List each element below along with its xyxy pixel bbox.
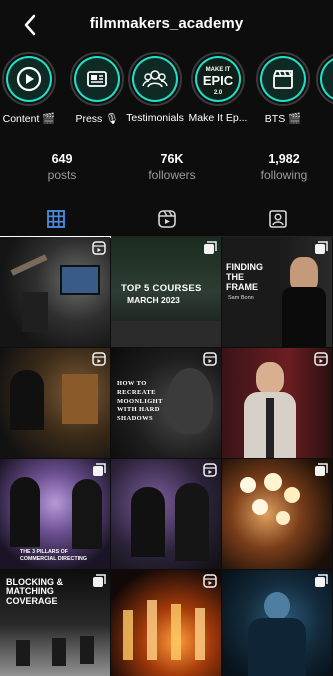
post-title: BLOCKING & MATCHING COVERAGE (6, 577, 63, 606)
posts-label: posts (47, 168, 77, 182)
highlight-label: Testimonials (126, 112, 184, 124)
post-tile[interactable]: TOP 5 COURSES MARCH 2023 (111, 237, 221, 347)
post-tile[interactable] (222, 570, 332, 676)
post-tile[interactable] (111, 459, 221, 569)
posts-value: 649 (51, 152, 73, 166)
posts-grid: TOP 5 COURSES MARCH 2023 FINDING THE FRA… (0, 237, 333, 676)
following-count[interactable]: 1,982 following (229, 152, 333, 182)
carousel-badge-icon (92, 463, 106, 477)
grid-tab[interactable] (0, 201, 111, 238)
svg-text:2.0: 2.0 (214, 90, 223, 96)
highlight-label: Make It Ep... (188, 112, 248, 124)
reel-badge-icon (92, 352, 106, 366)
followers-label: followers (148, 168, 196, 182)
post-subtitle: Sam Bonn (228, 295, 254, 301)
post-tile[interactable] (222, 348, 332, 458)
post-tile[interactable]: HOW TO RECREATE MOONLIGHT WITH HARD SHAD… (111, 348, 221, 458)
play-icon (16, 66, 42, 92)
story-highlights: Content 🎬 Press 🎙 Testimonials MAKE IT E… (0, 52, 333, 132)
reel-badge-icon (314, 352, 328, 366)
following-value: 1,982 (268, 152, 300, 166)
carousel-badge-icon (314, 463, 328, 477)
reel-badge-icon (92, 241, 106, 255)
post-tile[interactable] (111, 570, 221, 676)
people-icon (142, 70, 168, 88)
post-tile[interactable]: FINDING THE FRAME Sam Bonn (222, 237, 332, 347)
make-it-epic-logo: MAKE IT EPIC 2.0 (203, 67, 234, 96)
carousel-badge-icon (314, 574, 328, 588)
carousel-badge-icon (92, 574, 106, 588)
followers-count[interactable]: 76K followers (117, 152, 227, 182)
highlight-testimonials[interactable]: Testimonials (120, 52, 190, 124)
post-tile[interactable] (0, 348, 110, 458)
reel-badge-icon (203, 463, 217, 477)
profile-tabs (0, 201, 333, 238)
profile-username: filmmakers_academy (89, 15, 244, 32)
svg-text:EPIC: EPIC (203, 73, 234, 88)
tagged-tab[interactable] (222, 201, 333, 237)
post-subtitle: MARCH 2023 (127, 295, 180, 305)
reel-badge-icon (203, 574, 217, 588)
post-tile[interactable] (0, 237, 110, 347)
post-title: THE 3 PILLARS OF COMMERCIAL DIRECTING (20, 549, 87, 562)
post-tile[interactable] (222, 459, 332, 569)
posts-count[interactable]: 649 posts (7, 152, 117, 182)
highlight-label: Men (308, 112, 333, 124)
followers-value: 76K (160, 152, 184, 166)
reel-badge-icon (203, 352, 217, 366)
top-bar: filmmakers_academy (0, 0, 333, 48)
highlight-content[interactable]: Content 🎬 (0, 52, 64, 125)
post-tile[interactable]: BLOCKING & MATCHING COVERAGE (0, 570, 110, 676)
profile-stats: 649 posts 76K followers 1,982 following (0, 152, 333, 196)
newspaper-icon (87, 71, 107, 87)
tagged-person-icon (268, 210, 287, 228)
post-title: TOP 5 COURSES (121, 283, 202, 294)
post-tile[interactable]: THE 3 PILLARS OF COMMERCIAL DIRECTING (0, 459, 110, 569)
carousel-badge-icon (314, 241, 328, 255)
grid-icon (46, 210, 65, 228)
following-label: following (260, 168, 308, 182)
reels-icon (157, 210, 176, 228)
clapperboard-icon (273, 70, 293, 89)
carousel-badge-icon (203, 241, 217, 255)
post-title: FINDING THE FRAME (226, 262, 263, 292)
highlight-more[interactable]: Men (308, 52, 333, 124)
highlight-label: Content 🎬 (2, 113, 56, 125)
highlight-make-it-epic[interactable]: MAKE IT EPIC 2.0 Make It Ep... (183, 52, 253, 124)
reels-tab[interactable] (111, 201, 222, 237)
